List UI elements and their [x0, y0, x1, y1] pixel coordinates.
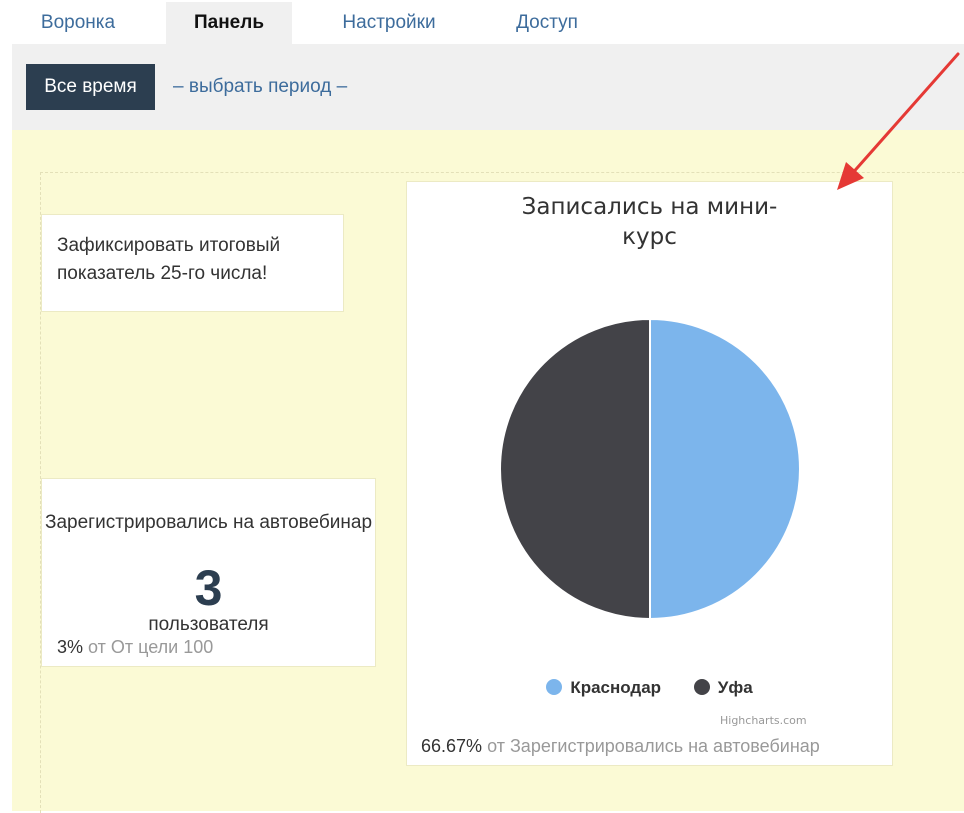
chart-relative-text: от Зарегистрировались на автовебинар [487, 736, 820, 756]
tab-bar: Воронка Панель Настройки Доступ [12, 0, 964, 44]
registered-widget[interactable]: Зарегистрировались на автовебинар 3 поль… [41, 478, 376, 667]
chart-legend: Краснодар Уфа [407, 678, 892, 698]
legend-label-krasnodar: Краснодар [570, 678, 662, 697]
tab-funnel[interactable]: Воронка [26, 2, 130, 44]
stat-value: 3 [194, 560, 223, 616]
note-text: Зафиксировать итоговый показатель 25-го … [57, 235, 281, 284]
pie-slice-0[interactable] [649, 317, 801, 621]
pie-chart-widget[interactable]: Записались на мини-курс Краснодар Уфа Hi… [406, 181, 893, 766]
chart-title: Записались на мини-курс [521, 194, 778, 250]
chart-relative-percent: 66.67% [421, 736, 483, 756]
legend-item-ufa[interactable]: Уфа [693, 678, 753, 698]
legend-item-krasnodar[interactable]: Краснодар [546, 678, 661, 698]
stat-title: Зарегистрировались на автовебинар [44, 512, 373, 533]
stat-goal-percent: 3% [57, 637, 84, 657]
legend-marker-krasnodar [546, 679, 563, 695]
tab-access[interactable]: Доступ [504, 2, 590, 44]
all-time-button[interactable]: Все время [26, 64, 155, 110]
stat-unit: пользователя [148, 614, 269, 635]
choose-period-link[interactable]: – выбрать период – [173, 76, 347, 98]
annotation-arrow-icon [837, 52, 960, 190]
tab-dashboard[interactable]: Панель [166, 2, 292, 44]
stat-goal-text: от От цели 100 [88, 637, 214, 657]
legend-marker-ufa [693, 679, 710, 695]
note-widget[interactable]: Зафиксировать итоговый показатель 25-го … [41, 214, 344, 312]
chart-relative-stat: 66.67% от Зарегистрировались на автовеби… [421, 736, 820, 757]
legend-label-ufa: Уфа [717, 678, 753, 697]
pie-slice-1[interactable] [499, 317, 651, 621]
stat-goal: 3% от От цели 100 [57, 637, 213, 658]
highcharts-credit-link[interactable]: Highcharts.com [720, 714, 807, 727]
tab-settings[interactable]: Настройки [326, 2, 452, 44]
dashboard-area: Зафиксировать итоговый показатель 25-го … [12, 130, 964, 813]
